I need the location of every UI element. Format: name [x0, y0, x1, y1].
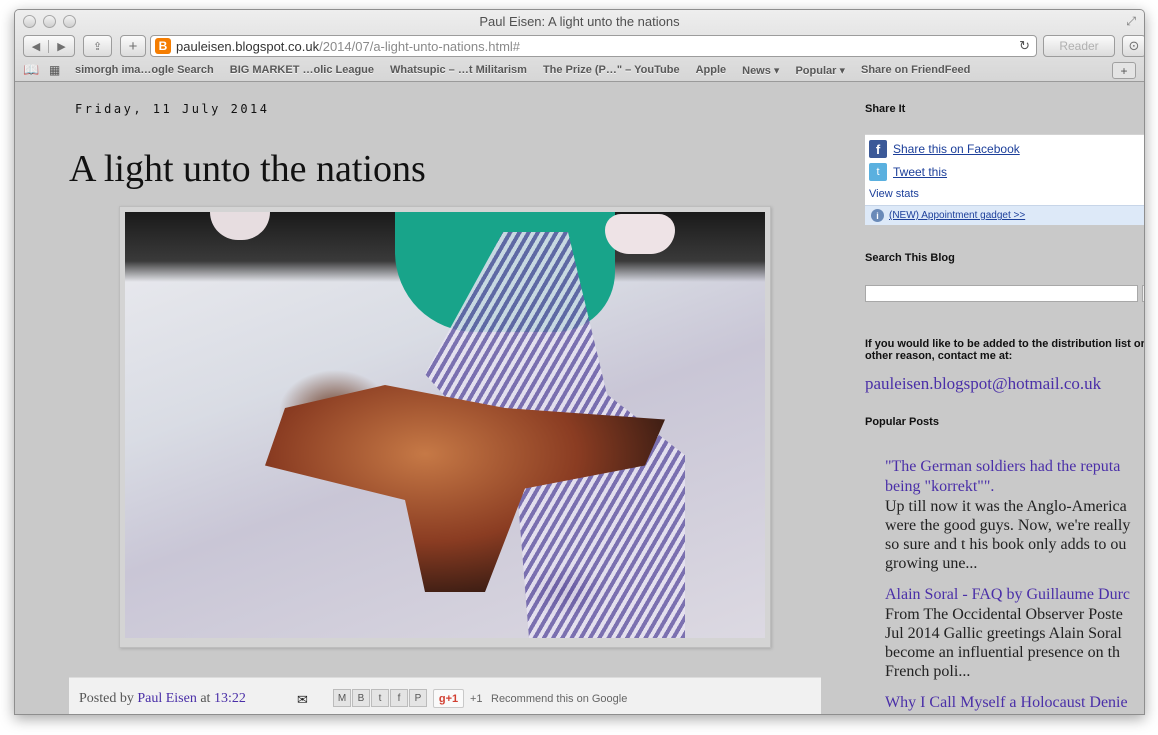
search-input[interactable] — [865, 285, 1138, 302]
sidebar: Share It f Share this on Facebook t Twee… — [865, 83, 1144, 714]
gplus-button[interactable]: g+1 — [433, 689, 464, 708]
toolbar: ◀ ▶ ⇪ + B pauleisen.blogspot.co.uk/2014/… — [23, 35, 1144, 57]
appointment-gadget-link[interactable]: (NEW) Appointment gadget >> — [889, 210, 1025, 221]
popular-post-title[interactable]: Alain Soral - FAQ by Guillaume Durc — [885, 585, 1144, 605]
bookmark-item[interactable]: Apple — [696, 64, 727, 76]
image-glove — [605, 214, 675, 254]
search-heading: Search This Blog — [865, 252, 955, 264]
twitter-share-icon[interactable]: t — [371, 689, 389, 707]
browser-window: Paul Eisen: A light unto the nations ⤢ ◀… — [14, 9, 1145, 715]
popular-post-snippet: French poli... — [885, 663, 971, 680]
address-bar[interactable]: B pauleisen.blogspot.co.uk/2014/07/a-lig… — [150, 35, 1037, 57]
post-image-frame — [119, 206, 771, 648]
recommend-label: Recommend this on Google — [491, 693, 628, 705]
popular-post-item: "The German soldiers had the reputa bein… — [885, 457, 1144, 573]
reader-button[interactable]: Reader — [1043, 35, 1115, 57]
post-image[interactable] — [125, 212, 765, 638]
popular-post-snippet: Jul 2014 Gallic greetings Alain Soral — [885, 625, 1122, 642]
bookmark-item[interactable]: The Prize (P…" – YouTube — [543, 64, 680, 76]
reload-icon[interactable]: ↻ — [1019, 38, 1030, 54]
new-tab-button[interactable]: + — [1112, 62, 1136, 79]
popular-post-snippet: growing une... — [885, 555, 978, 572]
post-byline: Posted by Paul Eisen at 13:22 — [79, 691, 246, 707]
search-button[interactable] — [1142, 285, 1144, 302]
blogger-favicon-icon: B — [155, 38, 171, 54]
gadget-bar: i (NEW) Appointment gadget >> — [865, 205, 1144, 225]
window-title: Paul Eisen: A light unto the nations — [479, 14, 680, 29]
fullscreen-icon[interactable]: ⤢ — [1126, 14, 1136, 29]
popular-post-title[interactable]: being "korrekt"". — [885, 477, 1144, 497]
popular-post-snippet: Up till now it was the Anglo-America — [885, 498, 1127, 515]
contact-email-link[interactable]: pauleisen.blogspot@hotmail.co.uk — [865, 374, 1101, 394]
bookmark-folder-news[interactable]: News ▾ — [742, 64, 779, 77]
post-footer: Posted by Paul Eisen at 13:22 ✉ M B t f … — [69, 677, 821, 714]
share-button[interactable]: ⇪ — [83, 35, 112, 57]
posted-by-label: Posted by — [79, 691, 134, 706]
bookmarks-bar: 📖 ▦ simorgh ima…ogle Search BIG MARKET …… — [23, 61, 1136, 79]
facebook-share-icon[interactable]: f — [390, 689, 408, 707]
url-text: pauleisen.blogspot.co.uk/2014/07/a-light… — [176, 39, 520, 54]
back-forward-buttons: ◀ ▶ — [23, 35, 75, 57]
popular-posts-list: "The German soldiers had the reputa bein… — [885, 457, 1144, 714]
plus-one-count: +1 — [470, 693, 483, 705]
info-icon: i — [871, 209, 884, 222]
url-path: /2014/07/a-light-unto-nations.html# — [319, 38, 521, 54]
facebook-icon: f — [869, 140, 887, 158]
share-widget: f Share this on Facebook t Tweet this Vi… — [865, 134, 1144, 225]
share-buttons: M B t f P — [333, 689, 427, 707]
add-bookmark-button[interactable]: + — [120, 35, 146, 57]
post-date: Friday, 11 July 2014 — [75, 102, 270, 116]
popular-post-item: Alain Soral - FAQ by Guillaume Durc From… — [885, 585, 1144, 681]
view-stats-link[interactable]: View stats — [869, 188, 919, 200]
bookmark-folder-popular[interactable]: Popular ▾ — [795, 64, 845, 77]
popular-posts-heading: Popular Posts — [865, 416, 939, 428]
post-time-link[interactable]: 13:22 — [214, 691, 246, 706]
contact-line-1: If you would like to be added to the dis… — [865, 338, 1144, 350]
bookmark-item[interactable]: Share on FriendFeed — [861, 64, 970, 76]
web-page: Friday, 11 July 2014 A light unto the na… — [15, 83, 1144, 714]
popular-post-snippet: become an influential presence on th — [885, 644, 1121, 661]
bookmark-item[interactable]: BIG MARKET …olic League — [230, 64, 374, 76]
twitter-icon: t — [869, 163, 887, 181]
browser-chrome: Paul Eisen: A light unto the nations ⤢ ◀… — [15, 10, 1144, 82]
top-sites-icon[interactable]: ▦ — [49, 63, 75, 77]
share-it-heading: Share It — [865, 103, 906, 115]
contact-line-2: other reason, contact me at: — [865, 350, 1013, 362]
popular-post-snippet: From The Occidental Observer Poste — [885, 606, 1123, 623]
popular-post-title[interactable]: Why I Call Myself a Holocaust Denie — [885, 693, 1144, 713]
at-label: at — [200, 691, 211, 706]
blogthis-share-icon[interactable]: B — [352, 689, 370, 707]
popular-post-title[interactable]: "The German soldiers had the reputa — [885, 457, 1144, 477]
email-share-icon[interactable]: M — [333, 689, 351, 707]
tweet-row[interactable]: t Tweet this — [869, 163, 947, 181]
facebook-share-link[interactable]: Share this on Facebook — [893, 142, 1020, 156]
back-arrow-icon[interactable]: ◀ — [24, 39, 50, 53]
contact-text: If you would like to be added to the dis… — [865, 338, 1144, 362]
popular-post-snippet: were the good guys. Now, we're really — [885, 517, 1131, 534]
downloads-icon[interactable]: ⊙ — [1122, 35, 1144, 57]
reading-list-icon[interactable]: 📖 — [23, 62, 49, 78]
pinterest-share-icon[interactable]: P — [409, 689, 427, 707]
popular-post-snippet: so sure and t his book only adds to ou — [885, 536, 1127, 553]
forward-arrow-icon[interactable]: ▶ — [49, 40, 74, 53]
tweet-link[interactable]: Tweet this — [893, 165, 947, 179]
bookmark-item[interactable]: simorgh ima…ogle Search — [75, 64, 214, 76]
facebook-share-row[interactable]: f Share this on Facebook — [869, 140, 1020, 158]
url-domain: pauleisen.blogspot.co.uk — [176, 38, 320, 54]
popular-post-item: Why I Call Myself a Holocaust Denie — [885, 693, 1144, 713]
email-post-icon[interactable]: ✉ — [297, 692, 308, 708]
bookmark-item[interactable]: Whatsupic – …t Militarism — [390, 64, 527, 76]
author-link[interactable]: Paul Eisen — [137, 691, 197, 706]
post-title: A light unto the nations — [69, 148, 426, 190]
